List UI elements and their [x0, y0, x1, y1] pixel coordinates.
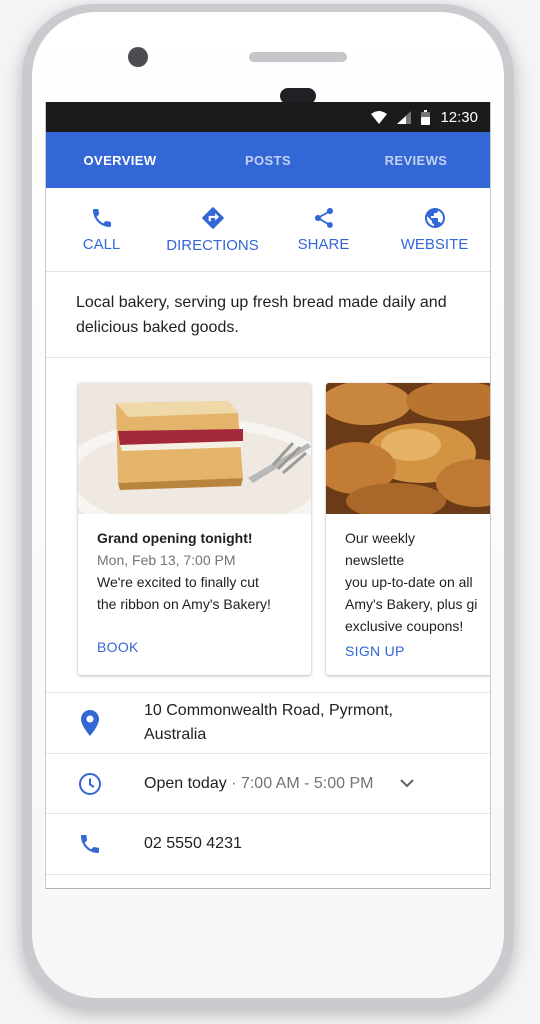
- phone-icon: [81, 835, 99, 853]
- globe-icon: [424, 208, 445, 228]
- post-body: Grand opening tonight! Mon, Feb 13, 7:00…: [78, 514, 311, 615]
- post-card[interactable]: Our weekly newslette you up-to-date on a…: [326, 383, 490, 675]
- status-bar: 12:30: [46, 102, 490, 132]
- call-button[interactable]: CALL: [46, 188, 157, 271]
- phone-number: 02 5550 4231: [144, 835, 242, 852]
- website-label: WEBSITE: [400, 236, 469, 253]
- tab-posts[interactable]: POSTS: [194, 132, 342, 188]
- hours-range: · 7:00 AM - 5:00 PM: [226, 774, 374, 792]
- book-button[interactable]: BOOK: [97, 639, 139, 655]
- address-row[interactable]: 10 Commonwealth Road, Pyrmont, Australia: [46, 693, 490, 754]
- tab-overview[interactable]: OVERVIEW: [46, 132, 194, 191]
- hours-icon-wrap: [46, 772, 144, 796]
- post-title: Grand opening tonight!: [97, 530, 253, 546]
- clock-icon: [79, 772, 101, 795]
- location-pin-icon: [81, 710, 99, 736]
- post-date: Mon, Feb 13, 7:00 PM: [97, 552, 236, 568]
- website-button[interactable]: WEBSITE: [379, 188, 490, 271]
- battery-icon: [421, 109, 431, 125]
- post-text-line: the ribbon on Amy's Bakery!: [97, 596, 271, 612]
- earpiece-speaker: [249, 52, 347, 62]
- post-text-line: Amy's Bakery, plus gi: [345, 596, 478, 612]
- wifi-icon: [371, 110, 388, 124]
- directions-button[interactable]: DIRECTIONS: [157, 188, 268, 271]
- croissants-photo: [326, 383, 490, 514]
- phone-icon: [92, 209, 111, 227]
- call-label: CALL: [82, 236, 121, 253]
- directions-icon: [201, 207, 224, 229]
- post-text-line: exclusive coupons!: [345, 618, 464, 634]
- post-body: Our weekly newslette you up-to-date on a…: [326, 514, 490, 637]
- share-button[interactable]: SHARE: [268, 188, 379, 271]
- post-text-line: Our weekly newslette: [345, 530, 416, 568]
- address-line: 10 Commonwealth Road, Pyrmont,: [144, 702, 393, 719]
- post-card[interactable]: Grand opening tonight! Mon, Feb 13, 7:00…: [78, 383, 311, 675]
- phone-screen: 12:30 OVERVIEW POSTS REVIEWS CALL DIRECT…: [45, 102, 491, 889]
- post-text-line: We're excited to finally cut: [97, 574, 259, 590]
- status-time: 12:30: [440, 108, 478, 126]
- share-label: SHARE: [297, 236, 350, 253]
- address-line: Australia: [144, 726, 207, 743]
- post-text-line: you up-to-date on all: [345, 574, 473, 590]
- tab-bar: OVERVIEW POSTS REVIEWS: [46, 132, 490, 191]
- address-text: 10 Commonwealth Road, Pyrmont, Australia: [144, 699, 393, 747]
- cake-photo: [78, 383, 311, 514]
- tab-reviews[interactable]: REVIEWS: [342, 132, 490, 188]
- quick-actions: CALL DIRECTIONS SHARE WEBSITE: [46, 188, 490, 272]
- address-icon-wrap: [46, 710, 144, 736]
- sign-up-button[interactable]: SIGN UP: [345, 643, 405, 659]
- front-camera: [128, 47, 148, 67]
- cell-signal-icon: [397, 110, 412, 124]
- phone-row[interactable]: 02 5550 4231: [46, 814, 490, 875]
- hours-status: Open today: [144, 774, 227, 792]
- directions-label: DIRECTIONS: [166, 237, 259, 254]
- business-description: Local bakery, serving up fresh bread mad…: [46, 272, 490, 358]
- hours-text: Open today · 7:00 AM - 5:00 PM: [144, 772, 414, 796]
- share-icon: [314, 208, 333, 228]
- hours-row[interactable]: Open today · 7:00 AM - 5:00 PM: [46, 754, 490, 814]
- chevron-down-icon[interactable]: [400, 779, 414, 788]
- posts-carousel[interactable]: Grand opening tonight! Mon, Feb 13, 7:00…: [46, 358, 490, 693]
- phone-icon-wrap: [46, 832, 144, 856]
